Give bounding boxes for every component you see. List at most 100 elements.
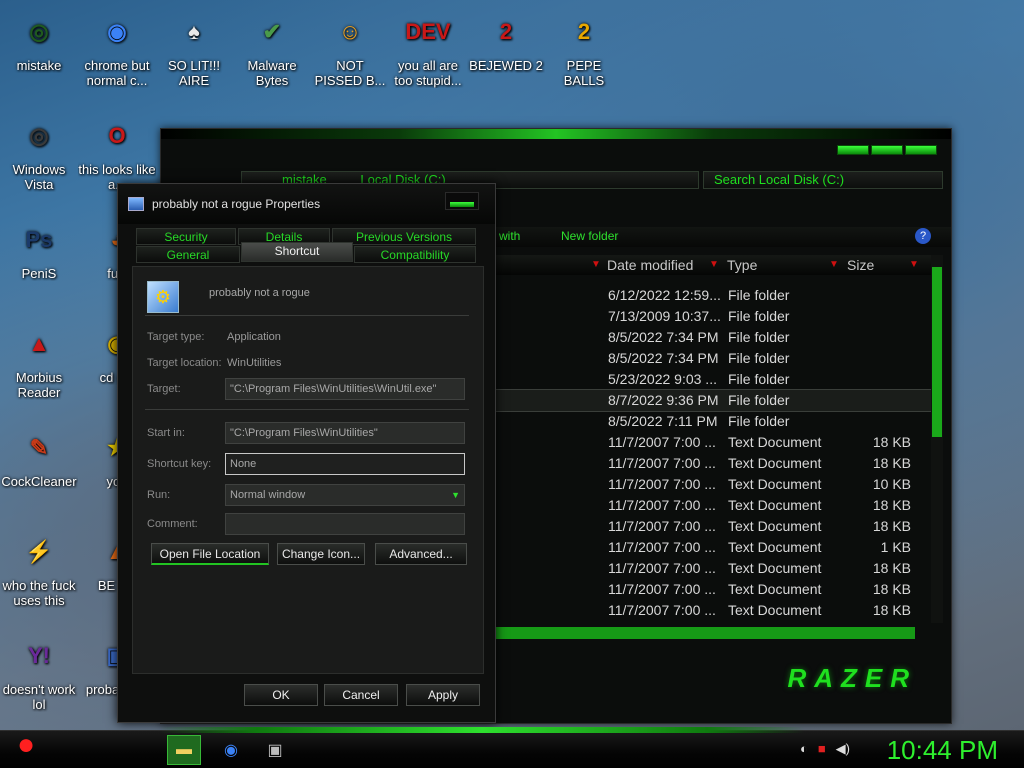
dialog-titlebar[interactable]: probably not a rogue Properties bbox=[118, 184, 495, 224]
scrollbar-thumb[interactable] bbox=[932, 267, 942, 437]
app-icon: O bbox=[108, 122, 126, 148]
taskbar-chrome[interactable]: ◉ bbox=[214, 735, 248, 765]
cell-type: File folder bbox=[728, 308, 790, 324]
sort-arrow-icon[interactable]: ▼ bbox=[591, 255, 601, 275]
desktop-icon-label: doesn't work lol bbox=[2, 682, 76, 712]
column-type[interactable]: Type bbox=[727, 255, 757, 275]
new-folder-button[interactable]: New folder bbox=[561, 227, 618, 245]
desktop-icon[interactable]: Ps PeniS bbox=[0, 216, 78, 281]
cell-size: 10 KB bbox=[872, 476, 911, 492]
folder-icon: ▬ bbox=[176, 741, 192, 758]
chrome-icon: ◉ bbox=[224, 742, 238, 759]
cell-type: File folder bbox=[728, 287, 790, 303]
desktop-icon[interactable]: 2 BEJEWED 2 bbox=[467, 8, 545, 73]
volume-icon[interactable]: ◀) bbox=[836, 741, 850, 757]
vertical-scrollbar[interactable] bbox=[931, 255, 943, 623]
tab-previous-versions[interactable]: Previous Versions bbox=[332, 228, 476, 245]
start-in-field[interactable]: "C:\Program Files\WinUtilities" bbox=[225, 422, 465, 444]
tab-general[interactable]: General bbox=[136, 246, 240, 263]
desktop-icon[interactable]: DEV you all are too stupid... bbox=[389, 8, 467, 88]
ok-button[interactable]: OK bbox=[244, 684, 318, 706]
tab-compatibility[interactable]: Compatibility bbox=[354, 246, 476, 263]
target-field[interactable]: "C:\Program Files\WinUtilities\WinUtil.e… bbox=[225, 378, 465, 400]
column-size[interactable]: Size bbox=[847, 255, 874, 275]
run-select[interactable]: Normal window ▼ bbox=[225, 484, 465, 506]
app-icon: ◎ bbox=[29, 122, 49, 148]
clock[interactable]: 10:44 PM bbox=[887, 735, 998, 765]
desktop-icon[interactable]: Y! doesn't work lol bbox=[0, 632, 78, 712]
cell-type: Text Document bbox=[728, 518, 822, 534]
shortcut-key-field[interactable]: None bbox=[225, 453, 465, 475]
desktop-icon[interactable]: Othis looks like a... bbox=[78, 112, 156, 192]
flag-icon[interactable]: ■ bbox=[818, 741, 826, 757]
close-button[interactable] bbox=[445, 192, 479, 210]
open-with-button[interactable]: with bbox=[499, 227, 520, 245]
desktop-icon[interactable]: ✔ Malware Bytes bbox=[233, 8, 311, 88]
run-label: Run: bbox=[147, 489, 171, 501]
cell-date-modified: 11/7/2007 7:00 ... bbox=[608, 539, 716, 555]
desktop-icon-label: SO LIT!!! AIRE bbox=[167, 58, 220, 88]
app-icon: ☺ bbox=[338, 18, 362, 44]
horizontal-scrollbar[interactable] bbox=[495, 627, 915, 639]
desktop-icon[interactable]: ◎ Windows Vista bbox=[0, 112, 78, 192]
sort-arrow-icon[interactable]: ▼ bbox=[909, 255, 919, 275]
cell-date-modified: 11/7/2007 7:00 ... bbox=[608, 497, 716, 513]
start-in-label: Start in: bbox=[147, 427, 185, 439]
sort-arrow-icon[interactable]: ▼ bbox=[709, 255, 719, 275]
desktop-icon-label: mistake bbox=[16, 58, 62, 73]
desktop-icon-label: who the fuck uses this bbox=[2, 578, 76, 608]
desktop-icon[interactable]: ✎ CockCleaner bbox=[0, 424, 78, 489]
desktop-icon[interactable]: ☺ NOT PISSED B... bbox=[311, 8, 389, 88]
desktop-icon-label: PEPE BALLS bbox=[563, 58, 605, 88]
apply-button[interactable]: Apply bbox=[406, 684, 480, 706]
cell-size: 1 KB bbox=[880, 539, 911, 555]
desktop-icon[interactable]: 2 PEPE BALLS bbox=[545, 8, 623, 88]
monitor-icon: ▣ bbox=[267, 742, 283, 759]
start-button[interactable]: ● bbox=[6, 723, 46, 767]
desktop-icon[interactable]: ▲ Morbius Reader bbox=[0, 320, 78, 400]
tab-security[interactable]: Security bbox=[136, 228, 236, 245]
application-icon: ⚙ bbox=[147, 281, 179, 313]
open-file-location-button[interactable]: Open File Location bbox=[151, 543, 269, 565]
help-icon[interactable]: ? bbox=[915, 228, 931, 244]
cell-type: Text Document bbox=[728, 434, 822, 450]
desktop-icon-label: PeniS bbox=[21, 266, 57, 281]
advanced-button[interactable]: Advanced... bbox=[375, 543, 467, 565]
cell-size: 18 KB bbox=[872, 455, 911, 471]
search-input[interactable]: Search Local Disk (C:) bbox=[703, 171, 943, 189]
sort-arrow-icon[interactable]: ▼ bbox=[829, 255, 839, 275]
taskbar-explorer[interactable]: ▬ bbox=[167, 735, 201, 765]
cell-date-modified: 5/23/2022 9:03 ... bbox=[608, 371, 717, 387]
app-icon: ◉ bbox=[107, 18, 127, 44]
tab-shortcut[interactable]: Shortcut bbox=[241, 242, 353, 262]
app-icon: ♠ bbox=[188, 18, 200, 44]
cell-date-modified: 11/7/2007 7:00 ... bbox=[608, 602, 716, 618]
chevron-down-icon[interactable]: ▼ bbox=[451, 485, 460, 505]
column-date-modified[interactable]: Date modified bbox=[607, 255, 693, 275]
desktop-icon[interactable]: ♠ SO LIT!!! AIRE bbox=[155, 8, 233, 88]
minimize-button[interactable] bbox=[837, 145, 869, 155]
close-button[interactable] bbox=[905, 145, 937, 155]
desktop-icon-label: chrome but normal c... bbox=[84, 58, 150, 88]
change-icon-button[interactable]: Change Icon... bbox=[277, 543, 365, 565]
cell-type: Text Document bbox=[728, 539, 822, 555]
cell-type: File folder bbox=[728, 413, 790, 429]
target-label: Target: bbox=[147, 383, 181, 395]
comment-field[interactable] bbox=[225, 513, 465, 535]
shortcut-key-label: Shortcut key: bbox=[147, 458, 212, 470]
maximize-button[interactable] bbox=[871, 145, 903, 155]
shortcut-panel: ⚙ probably not a rogue Target type: Appl… bbox=[132, 266, 484, 674]
taskbar-remote[interactable]: ▣ bbox=[258, 735, 292, 765]
cell-date-modified: 8/7/2022 9:36 PM bbox=[608, 392, 719, 408]
cell-date-modified: 11/7/2007 7:00 ... bbox=[608, 518, 716, 534]
cancel-button[interactable]: Cancel bbox=[324, 684, 398, 706]
app-icon: 2 bbox=[499, 18, 513, 44]
cell-type: File folder bbox=[728, 350, 790, 366]
network-icon[interactable]: ◐ bbox=[800, 741, 808, 757]
window-controls bbox=[837, 145, 937, 155]
desktop-icon[interactable]: ⚡ who the fuck uses this bbox=[0, 528, 78, 608]
desktop-icon[interactable]: ◎ mistake bbox=[0, 8, 78, 73]
app-icon: ▲ bbox=[28, 330, 50, 356]
app-icon: 2 bbox=[577, 18, 591, 44]
desktop-icon[interactable]: ◉ chrome but normal c... bbox=[78, 8, 156, 88]
